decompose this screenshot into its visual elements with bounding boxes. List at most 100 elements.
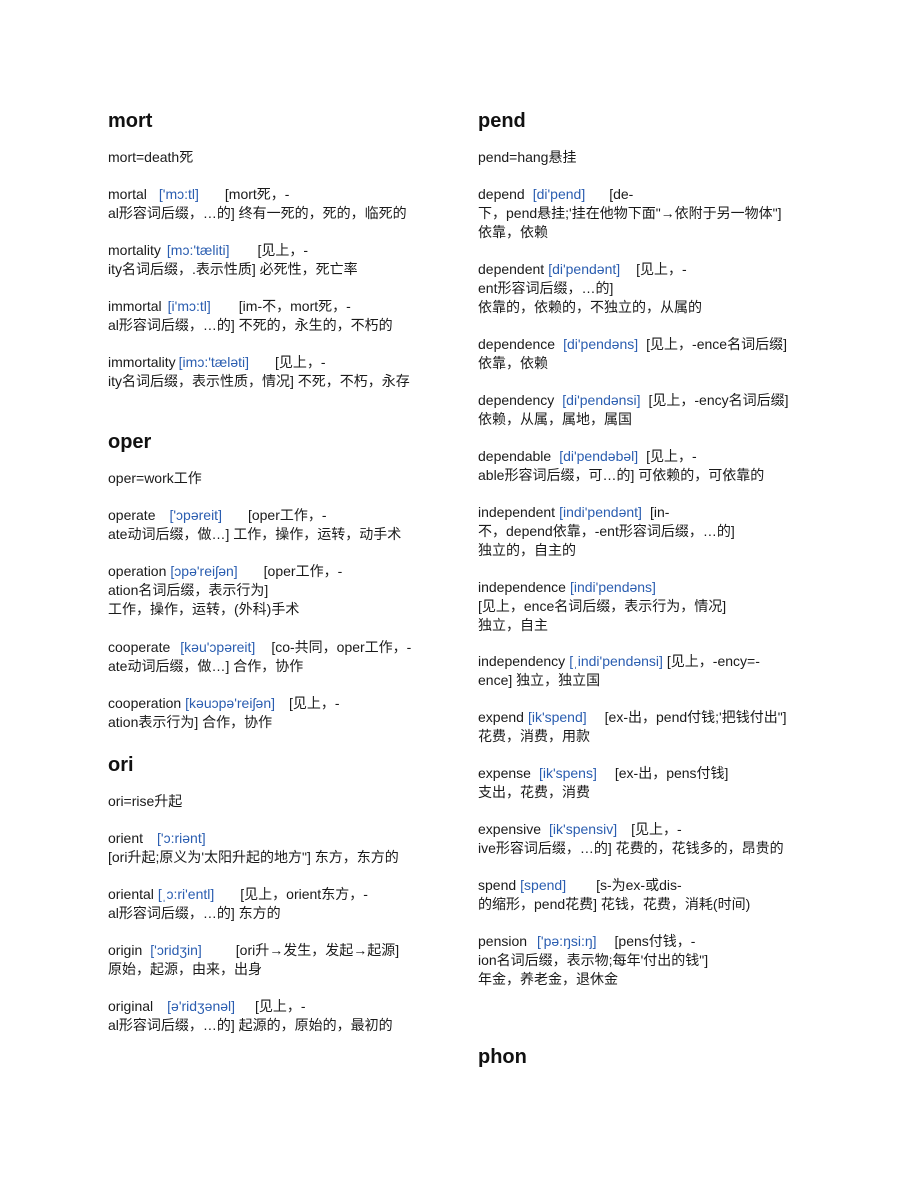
entry-etymology: [ex-出，pens付钱]: [614, 765, 729, 781]
entry-etymology: [见上，-: [257, 242, 309, 258]
entry-mortality-line2: ity名词后缀，.表示性质] 必死性，死亡率: [108, 261, 358, 277]
section-heading-phon: phon: [478, 1046, 527, 1068]
entry-phonetic: [di'pendəbəl]: [559, 448, 639, 464]
entry-dependent-line2: ent形容词后缀，…的]: [478, 280, 614, 296]
entry-word: cooperation: [108, 695, 182, 711]
entry-word: operate: [108, 507, 156, 523]
entry-word: immortal: [108, 298, 162, 314]
entry-etymology: [见上，orient东方，-: [240, 886, 368, 902]
entry-pension-line1: pension ['pə:ŋsi:ŋ] [pens付钱，-: [478, 932, 695, 951]
entry-immortal-line1: immortal [i'mɔ:tl] [im-不，mort死，-: [108, 297, 351, 316]
entry-phonetic: [indi'pendəns]: [569, 579, 656, 595]
entry-cooperate-line2: ate动词后缀，做…] 合作，协作: [108, 658, 304, 674]
entry-etymology: [co-共同，oper工作，-: [271, 639, 412, 655]
entry-etymology: [oper工作，-: [263, 563, 343, 579]
entry-etymology: [见上，-: [289, 695, 340, 711]
entry-depend-line1: depend [di'pend] [de-: [478, 185, 633, 204]
section-heading-mort: mort: [108, 110, 153, 132]
entry-origin-line1: origin ['ɔridʒin] [ori升→发生，发起→起源]: [108, 941, 399, 960]
entry-immortality-line2: ity名词后缀，表示性质，情况] 不死，不朽，永存: [108, 373, 410, 389]
entry-word: independence: [478, 579, 566, 595]
entry-phonetic: ['pə:ŋsi:ŋ]: [537, 933, 597, 949]
entry-etymology: [见上，-ency名词后缀]: [648, 392, 789, 408]
entry-word: orient: [108, 830, 144, 846]
entry-origin-line2: 原始，起源，由来，出身: [108, 961, 262, 977]
entry-depend-line2: 下，pend悬挂;'挂在他物下面"→依附于另一物体"]: [478, 205, 782, 221]
entry-etymology: [见上，-: [275, 354, 326, 370]
entry-phonetic: ['mɔ:tl]: [158, 186, 199, 202]
entry-phonetic: [di'pendəns]: [563, 336, 639, 352]
entry-phonetic: [ə'ridʒənəl]: [167, 998, 236, 1014]
entry-word: expend: [478, 709, 524, 725]
entry-phonetic: [ˌɔ:ri'entl]: [157, 886, 215, 902]
entry-mortality-line1: mortality [mɔ:'tæliti] [见上，-: [108, 241, 308, 260]
entry-dependence-line2: 依靠，依赖: [478, 355, 548, 371]
entry-word: cooperate: [108, 639, 171, 655]
entry-independent-line2: 不，depend依靠，-ent形容词后缀，…的]: [478, 523, 735, 539]
entry-original-line2: al形容词后缀，…的] 起源的，原始的，最初的: [108, 1017, 393, 1033]
entry-word: independency: [478, 653, 566, 669]
entry-phonetic: [ik'spens]: [538, 765, 597, 781]
entry-operation-line1: operation [ɔpə'reiʃən] [oper工作，-: [108, 562, 342, 581]
root-definition-ori: ori=rise升起: [108, 793, 183, 809]
entry-word: independent: [478, 504, 556, 520]
entry-cooperate-line1: cooperate [kəu'ɔpəreit] [co-共同，oper工作，-: [108, 638, 411, 657]
root-definition-oper: oper=work工作: [108, 470, 202, 486]
entry-expense-line2: 支出，花费，消费: [478, 784, 590, 800]
entry-mortal-line1: mortal ['mɔ:tl] [mort死，-: [108, 185, 289, 204]
entry-etymology: [见上，-: [636, 261, 687, 277]
entry-orient-line1: orient ['ɔ:riənt]: [108, 829, 206, 848]
entry-independence-line1: independence [indi'pendəns]: [478, 578, 656, 597]
entry-phonetic: ['ɔ:riənt]: [157, 830, 206, 846]
entry-word: dependable: [478, 448, 552, 464]
entry-etymology: [见上，-ence名词后缀]: [646, 336, 787, 352]
entry-dependency-line1: dependency [di'pendənsi] [见上，-ency名词后缀]: [478, 391, 789, 410]
section-heading-pend: pend: [478, 110, 526, 132]
entry-word: expense: [478, 765, 531, 781]
entry-word: spend: [478, 877, 517, 893]
entry-etymology: [de-: [609, 186, 634, 202]
entry-orient-line2: [ori升起;原义为'太阳升起的地方"] 东方，东方的: [108, 849, 399, 865]
entry-phonetic: [i'mɔ:tl]: [167, 298, 211, 314]
entry-spend-line2: 的缩形，pend花费] 花钱，花费，消耗(时间): [478, 896, 751, 912]
entry-operate-line2: ate动词后缀，做…] 工作，操作，运转，动手术: [108, 526, 402, 542]
entry-pension-line2: ion名词后缀，表示物;每年'付出的钱"]: [478, 952, 709, 968]
entry-oriental-line1: oriental [ˌɔ:ri'entl] [见上，orient东方，-: [108, 885, 368, 904]
entry-word: immortality: [108, 354, 176, 370]
entry-word: expensive: [478, 821, 542, 837]
entry-word: mortal: [108, 186, 147, 202]
section-heading-ori: ori: [108, 754, 134, 776]
entry-independent-line3: 独立的，自主的: [478, 542, 576, 558]
entry-cooperation-line2: ation表示行为] 合作，协作: [108, 714, 273, 730]
entry-pension-line3: 年金，养老金，退休金: [478, 971, 618, 987]
entry-phonetic: [kəu'ɔpəreit]: [180, 639, 256, 655]
entry-etymology: [见上，-: [255, 998, 306, 1014]
entry-phonetic: [kəuɔpə'reiʃən]: [185, 695, 276, 711]
entry-etymology: [pens付钱，-: [614, 933, 696, 949]
root-definition-pend: pend=hang悬挂: [478, 149, 577, 165]
entry-etymology: [oper工作，-: [247, 507, 327, 523]
entry-spend-line1: spend [spend] [s-为ex-或dis-: [478, 876, 682, 895]
entry-phonetic: [di'pendənsi]: [562, 392, 641, 408]
entry-cooperation-line1: cooperation [kəuɔpə'reiʃən] [见上，-: [108, 694, 340, 713]
entry-etymology: [ori升→发生，发起→起源]: [235, 942, 400, 958]
entry-immortality-line1: immortality [imɔ:'tæləti] [见上，-: [108, 353, 326, 372]
entry-dependent-line1: dependent [di'pendənt] [见上，-: [478, 260, 687, 279]
entry-independency-line2: ence] 独立，独立国: [478, 672, 601, 688]
entry-dependable-line2: able形容词后缀，可…的] 可依赖的，可依靠的: [478, 467, 765, 483]
entry-operation-line2: ation名词后缀，表示行为]: [108, 582, 269, 598]
entry-word: original: [108, 998, 154, 1014]
entry-independent-line1: independent [indi'pendənt] [in-: [478, 503, 669, 522]
entry-operation-line3: 工作，操作，运转，(外科)手术: [108, 601, 300, 617]
entry-word: dependent: [478, 261, 545, 277]
entry-expense-line1: expense [ik'spens] [ex-出，pens付钱]: [478, 764, 728, 783]
entry-dependable-line1: dependable [di'pendəbəl] [见上，-: [478, 447, 697, 466]
entry-etymology: [见上，-: [646, 448, 697, 464]
entry-expend-line2: 花费，消费，用款: [478, 728, 590, 744]
entry-phonetic: [ɔpə'reiʃən]: [170, 563, 238, 579]
entry-word: dependency: [478, 392, 555, 408]
entry-original-line1: original [ə'ridʒənəl] [见上，-: [108, 997, 306, 1016]
entry-etymology: [s-为ex-或dis-: [596, 877, 682, 893]
entry-phonetic: [spend]: [520, 877, 567, 893]
entry-phonetic: [indi'pendənt]: [559, 504, 642, 520]
